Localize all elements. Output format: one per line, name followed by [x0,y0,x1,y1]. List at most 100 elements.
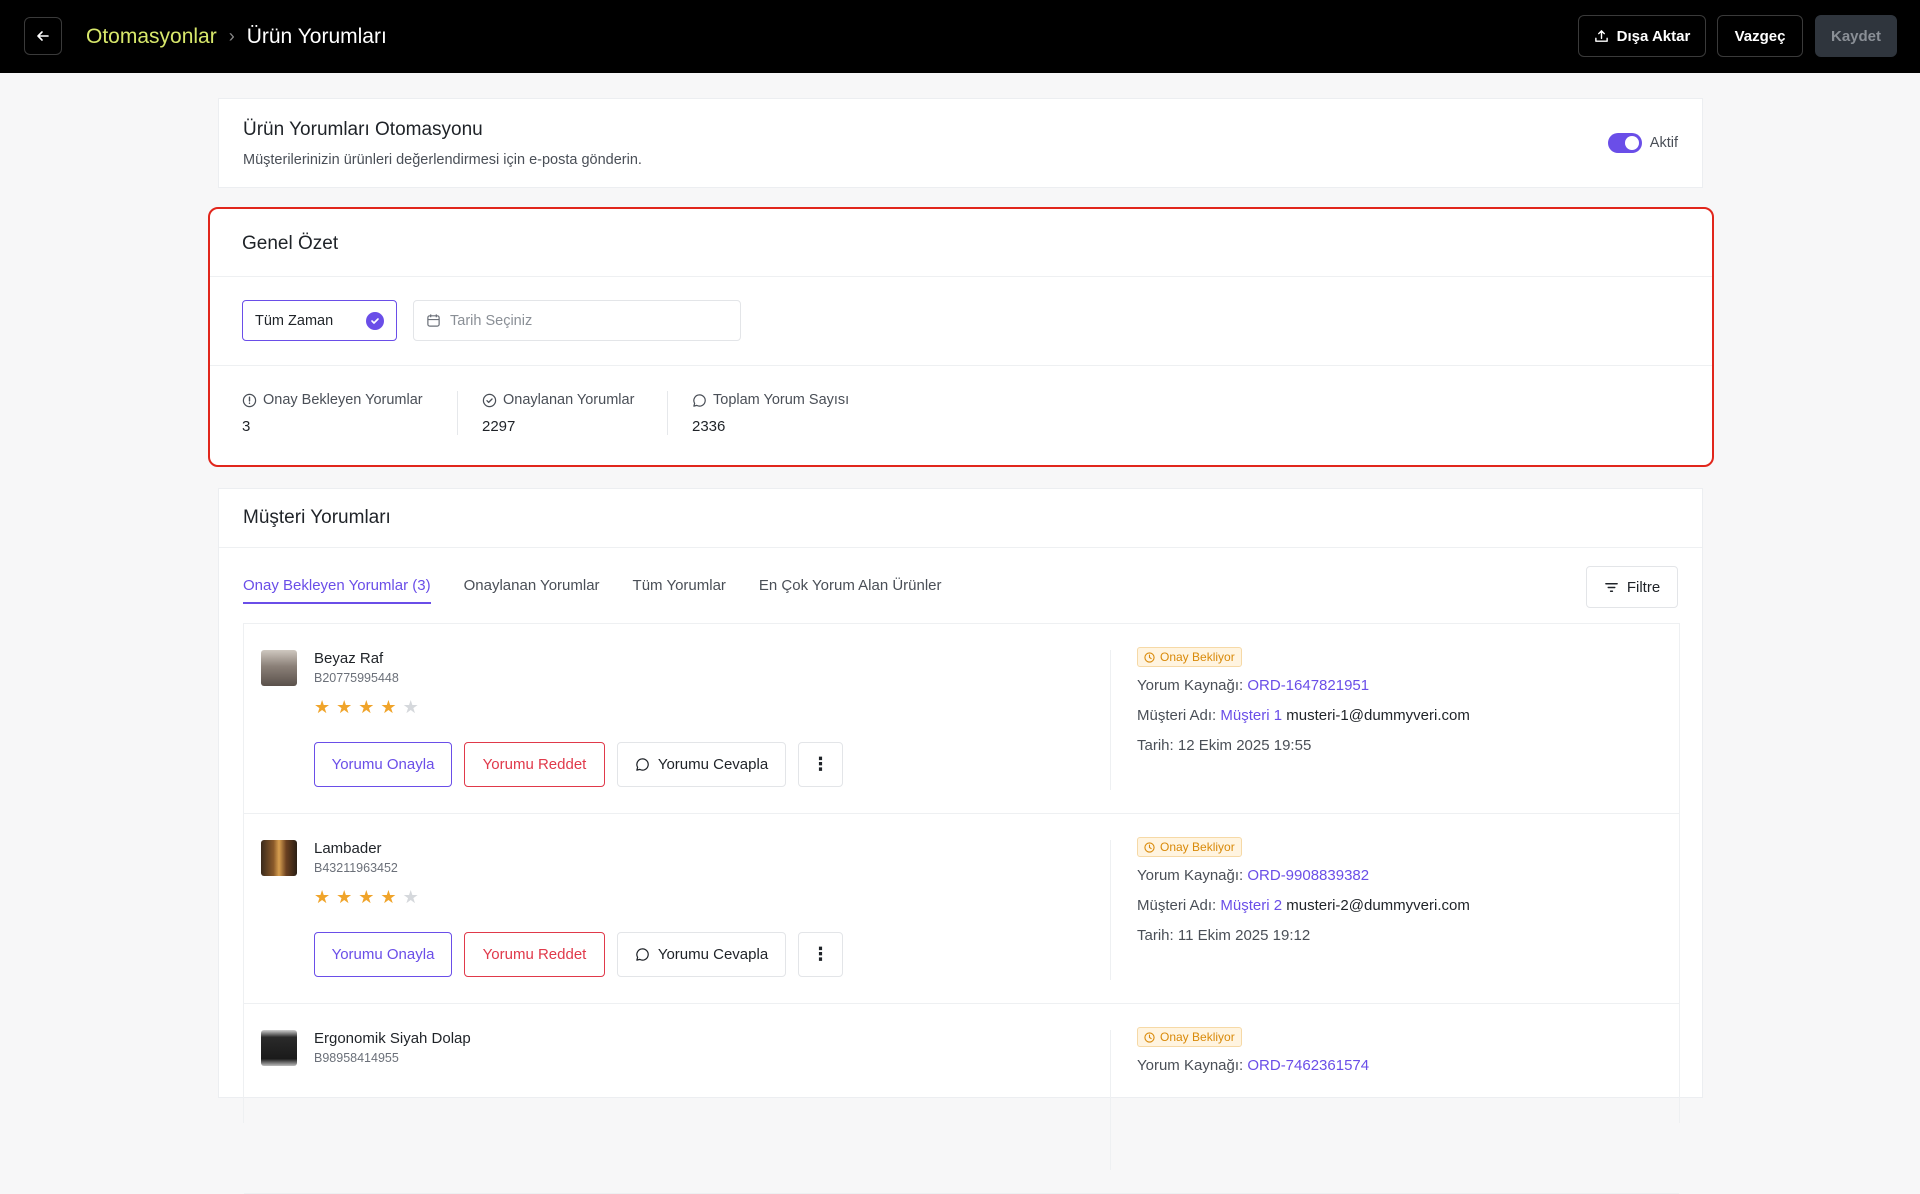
stat-value: 3 [242,418,251,435]
clock-icon [1144,651,1155,663]
review-meta: Onay Bekliyor Yorum Kaynağı: ORD-7462361… [1137,1027,1369,1077]
check-icon [366,312,384,330]
order-link[interactable]: ORD-1647821951 [1247,677,1369,694]
source-label: Yorum Kaynağı: [1137,1057,1244,1074]
review-actions: Yorumu Onayla Yorumu Reddet Yorumu Cevap… [314,742,843,787]
review-item: Beyaz Raf B20775995448 ★ ★ ★ ★ ★ Yorumu Onay… [244,624,1679,814]
customer-link[interactable]: Müşteri 2 [1220,897,1282,914]
divider [1110,1030,1111,1170]
save-button[interactable]: Kaydet [1815,15,1897,57]
star-filled-icon: ★ [380,887,397,907]
order-link[interactable]: ORD-7462361574 [1247,1057,1369,1074]
breadcrumb: Otomasyonlar › Ürün Yorumları [86,0,387,73]
tab-pending[interactable]: Onay Bekleyen Yorumlar (3) [243,577,431,604]
customer-link[interactable]: Müşteri 1 [1220,707,1282,724]
review-actions: Yorumu Onayla Yorumu Reddet Yorumu Cevap… [314,932,843,977]
clock-icon [1144,841,1155,853]
star-empty-icon: ★ [402,697,419,717]
summary-card: Genel Özet Tüm Zaman Tarih Seçiniz Onay … [208,207,1714,467]
star-filled-icon: ★ [358,697,375,717]
reply-label: Yorumu Cevapla [657,946,769,963]
date-placeholder: Tarih Seçiniz [450,312,533,329]
product-thumbnail [261,650,297,686]
star-filled-icon: ★ [336,887,353,907]
top-bar: Otomasyonlar › Ürün Yorumları Dışa Aktar… [0,0,1920,73]
status-text: Onay Bekliyor [1160,650,1235,664]
period-select-button[interactable]: Tüm Zaman [242,300,397,341]
stat-label: Onay Bekleyen Yorumlar [263,392,423,408]
star-filled-icon: ★ [314,887,331,907]
export-label: Dışa Aktar [1616,27,1691,45]
back-button[interactable] [24,17,62,55]
cancel-button[interactable]: Vazgeç [1717,15,1803,57]
alert-circle-icon [242,393,257,407]
filter-button[interactable]: Filtre [1586,566,1678,608]
summary-title: Genel Özet [242,233,339,254]
star-empty-icon: ★ [402,887,419,907]
stat-total: Toplam Yorum Sayısı 2336 [692,392,849,435]
product-name: Beyaz Raf [314,650,384,667]
divider [219,547,1702,548]
product-code: B43211963452 [314,861,398,875]
more-options-button[interactable]: ⋮ [798,742,843,787]
source-label: Yorum Kaynağı: [1137,867,1244,884]
star-filled-icon: ★ [314,697,331,717]
automation-title: Ürün Yorumları Otomasyonu [243,119,483,140]
toggle-knob [1624,136,1639,150]
review-meta: Onay Bekliyor Yorum Kaynağı: ORD-9908839… [1137,837,1470,947]
save-label: Kaydet [1830,27,1882,45]
order-link[interactable]: ORD-9908839382 [1247,867,1369,884]
rating-stars: ★ ★ ★ ★ ★ [314,887,419,908]
chat-icon [636,758,649,771]
reject-review-button[interactable]: Yorumu Reddet [464,932,605,977]
status-text: Onay Bekliyor [1160,840,1235,854]
more-options-button[interactable]: ⋮ [798,932,843,977]
export-button[interactable]: Dışa Aktar [1578,15,1706,57]
star-filled-icon: ★ [358,887,375,907]
tab-approved[interactable]: Onaylanan Yorumlar [464,577,600,604]
customer-email: musteri-2@dummyveri.com [1286,897,1470,914]
product-name: Ergonomik Siyah Dolap [314,1030,471,1047]
active-toggle[interactable] [1607,133,1642,153]
tab-top-products[interactable]: En Çok Yorum Alan Ürünler [759,577,942,604]
approve-review-button[interactable]: Yorumu Onayla [314,742,452,787]
automation-card: Ürün Yorumları Otomasyonu Müşterileriniz… [218,98,1703,188]
chat-icon [636,948,649,961]
review-item: Lambader B43211963452 ★ ★ ★ ★ ★ Yorumu Onayl… [244,814,1679,1004]
arrow-left-icon [37,31,49,41]
date-label: Tarih: [1137,927,1174,944]
review-item: Ergonomik Siyah Dolap B98958414955 Onay … [244,1004,1679,1194]
page-title: Ürün Yorumları [246,24,387,48]
stat-divider [667,391,668,435]
stat-label: Toplam Yorum Sayısı [713,392,850,408]
product-code: B98958414955 [314,1051,399,1065]
reject-review-button[interactable]: Yorumu Reddet [464,742,605,787]
divider [1110,650,1111,790]
status-badge: Onay Bekliyor [1137,837,1242,857]
star-filled-icon: ★ [336,697,353,717]
review-tabs: Onay Bekleyen Yorumlar (3) Onaylanan Yor… [243,577,942,604]
product-code: B20775995448 [314,671,399,685]
date-picker-input[interactable]: Tarih Seçiniz [413,300,741,341]
period-label: Tüm Zaman [255,312,334,329]
status-badge: Onay Bekliyor [1137,1027,1242,1047]
reply-label: Yorumu Cevapla [657,756,769,773]
filter-label: Filtre [1626,578,1661,596]
breadcrumb-parent[interactable]: Otomasyonlar [86,25,217,49]
breadcrumb-separator: › [228,26,235,46]
tab-all[interactable]: Tüm Yorumlar [633,577,726,604]
approve-review-button[interactable]: Yorumu Onayla [314,932,452,977]
reply-review-button[interactable]: Yorumu Cevapla [617,932,786,977]
calendar-icon [427,314,440,327]
divider [1110,840,1111,980]
upload-icon [1594,29,1608,42]
customer-email: musteri-1@dummyveri.com [1286,707,1470,724]
reviews-title: Müşteri Yorumları [243,507,391,528]
clock-icon [1144,1031,1155,1043]
stat-label: Onaylanan Yorumlar [503,392,635,408]
filter-icon [1605,582,1618,592]
customer-label: Müşteri Adı: [1137,897,1217,914]
stat-divider [457,391,458,435]
reply-review-button[interactable]: Yorumu Cevapla [617,742,786,787]
status-label: Aktif [1649,135,1678,151]
